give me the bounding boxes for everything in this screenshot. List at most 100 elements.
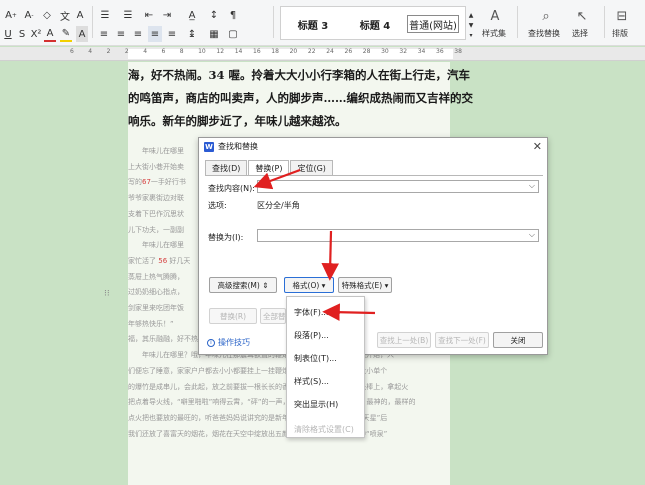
- tab-find[interactable]: 查找(D): [205, 160, 248, 175]
- sort-button[interactable]: ↕: [207, 7, 221, 23]
- ruler-tick: 38: [454, 48, 462, 55]
- body-text-line: 儿下功夫，一副副: [128, 225, 184, 235]
- body-text-line: 过奶奶细心指点，: [128, 287, 184, 297]
- menu-item-font[interactable]: 字体(F)...: [294, 307, 328, 318]
- close-icon[interactable]: ✕: [533, 140, 542, 153]
- superscript-button[interactable]: X²: [30, 26, 42, 42]
- tab-replace[interactable]: 替换(P): [248, 160, 290, 176]
- gallery-more-icon[interactable]: ▾: [467, 27, 475, 43]
- special-format-button[interactable]: 特殊格式(E) ▾: [338, 277, 392, 293]
- info-icon: i: [207, 338, 215, 347]
- ruler-tick: 30: [381, 48, 389, 55]
- layout-label[interactable]: 排版: [612, 28, 628, 39]
- menu-item-tabs[interactable]: 制表位(T)...: [294, 353, 337, 364]
- menu-item-style[interactable]: 样式(S)...: [294, 376, 329, 387]
- body-text-line: 写的67一手好行书: [128, 177, 186, 187]
- clear-format-button[interactable]: ◇: [40, 7, 54, 23]
- horizontal-ruler: 6 4 2 2 4 6 8 10 12 14 16 18 20 22 24 26 28 30 32 34 36 38: [0, 47, 645, 61]
- increase-indent-button[interactable]: ⇥: [160, 7, 174, 23]
- chevron-down-icon[interactable]: ⌵: [529, 230, 535, 240]
- ruler-tick: 6: [70, 48, 74, 55]
- body-text: 把点着导火线，“噼里啪啦”响得云霄，“砰”的一声，我像把最大的一串天窗，最神的，…: [128, 398, 416, 407]
- replace-button[interactable]: 替换(R): [209, 308, 257, 324]
- ruler-tick: 2: [124, 48, 129, 55]
- format-dropdown-menu: 字体(F)... 段落(P)... 制表位(T)... 样式(S)... 突出显…: [286, 296, 365, 438]
- separator: [604, 6, 605, 38]
- find-previous-button[interactable]: 查找上一处(B): [377, 332, 431, 348]
- ruler-tick: 36: [436, 48, 444, 55]
- shading-button[interactable]: ▦: [207, 26, 221, 42]
- style-set-icon[interactable]: A: [487, 8, 503, 24]
- ruler-tick: 20: [289, 48, 298, 55]
- numbered-list-button[interactable]: ☰: [120, 7, 136, 23]
- borders-button[interactable]: ▢: [226, 26, 240, 42]
- search-icon[interactable]: ⌕: [538, 8, 554, 24]
- bullet-list-button[interactable]: ☰: [97, 7, 113, 23]
- ruler-tick: 26: [344, 48, 353, 55]
- style-set-label[interactable]: 样式集: [482, 28, 506, 39]
- ruler-tick: 4: [143, 48, 148, 55]
- menu-item-clear-format[interactable]: 清除格式设置(C): [294, 424, 354, 435]
- find-replace-label[interactable]: 查找替换: [528, 28, 560, 39]
- align-right-button[interactable]: ≡: [131, 26, 145, 42]
- find-input[interactable]: ⌵: [257, 180, 539, 193]
- align-center-button[interactable]: ≡: [114, 26, 128, 42]
- body-text-line: 年味儿在哪里: [128, 240, 184, 250]
- cursor-icon[interactable]: ↖: [574, 8, 590, 24]
- menu-item-paragraph[interactable]: 段落(P)...: [294, 330, 329, 341]
- replace-input[interactable]: ⌵: [257, 229, 539, 242]
- strikethrough-button[interactable]: S: [16, 26, 28, 42]
- ruler-tick: 24: [326, 48, 334, 55]
- replace-label: 替换为(I):: [208, 233, 244, 242]
- red-number: 56: [158, 256, 168, 265]
- body-text: 年味儿在哪里: [128, 241, 184, 250]
- dialog-title-bar[interactable]: W 查找和替换 ✕: [199, 138, 547, 155]
- tab-divider: [205, 175, 543, 176]
- ruler-tick: 32: [399, 48, 408, 55]
- line-spacing-button[interactable]: ↨: [184, 26, 200, 42]
- tips-link-label[interactable]: 操作技巧: [218, 337, 250, 348]
- justify-button[interactable]: ≡: [148, 26, 162, 42]
- border-char-button[interactable]: A: [74, 7, 86, 23]
- distribute-button[interactable]: ≡: [165, 26, 179, 42]
- heading-line: 响乐。新年的脚步近了，年味儿越来越浓。: [128, 114, 347, 128]
- style-heading4[interactable]: 标题 4: [347, 15, 403, 33]
- body-text: 剑家里来吃团年饭: [128, 304, 184, 312]
- decrease-indent-button[interactable]: ⇤: [142, 7, 156, 23]
- body-text-line: 的爆竹是成串儿，会此起，放之前要拔一根长长的香，放在门口，香“扒”在长棒上，拿起…: [128, 382, 408, 392]
- tab-goto[interactable]: 定位(G): [290, 160, 333, 175]
- ruler-tick: 16: [253, 48, 261, 55]
- body-text-line: 爷爷家裹街边对联: [128, 193, 184, 203]
- advanced-search-button[interactable]: 高级搜索(M) ⇕: [209, 277, 277, 293]
- body-text-line: 年够热快乐！”: [128, 319, 174, 329]
- chevron-down-icon[interactable]: ⌵: [529, 181, 535, 191]
- find-next-button[interactable]: 查找下一处(F): [435, 332, 489, 348]
- tips-link[interactable]: i 操作技巧: [207, 337, 250, 348]
- style-heading3[interactable]: 标题 3: [285, 15, 341, 33]
- format-button[interactable]: 格式(O) ▾: [284, 277, 334, 293]
- body-text-line: 家忙活了 56 好几天: [128, 256, 190, 266]
- pinyin-button[interactable]: 文: [58, 7, 72, 23]
- underline-button[interactable]: U: [2, 26, 14, 42]
- select-label[interactable]: 选择: [572, 28, 588, 39]
- menu-item-highlight[interactable]: 突出显示(H): [294, 399, 338, 410]
- body-text: 年味儿在哪里: [128, 147, 184, 155]
- align-left-button[interactable]: ≡: [97, 26, 111, 42]
- font-color-button[interactable]: A: [44, 26, 56, 42]
- ruler-tick: 4: [88, 48, 93, 55]
- separator: [517, 6, 518, 38]
- highlight-button[interactable]: ✎: [60, 26, 72, 42]
- drag-handle-icon[interactable]: ⁝⁝: [104, 289, 110, 299]
- wps-logo-icon: W: [204, 141, 214, 152]
- replace-all-button[interactable]: 全部替换(A): [260, 308, 286, 324]
- style-normal-web[interactable]: 普通(网站): [407, 15, 459, 33]
- layout-icon[interactable]: ⊟: [614, 8, 630, 24]
- char-shading-button[interactable]: A: [76, 26, 88, 42]
- close-button[interactable]: 关闭: [493, 332, 543, 348]
- shrink-font-button[interactable]: A-: [22, 7, 36, 23]
- body-text: 写的: [128, 178, 142, 187]
- grow-font-button[interactable]: A +: [4, 7, 18, 23]
- ruler-tick: 18: [271, 48, 279, 55]
- chinese-layout-button[interactable]: A̲: [184, 7, 200, 23]
- show-marks-button[interactable]: ¶: [226, 7, 240, 23]
